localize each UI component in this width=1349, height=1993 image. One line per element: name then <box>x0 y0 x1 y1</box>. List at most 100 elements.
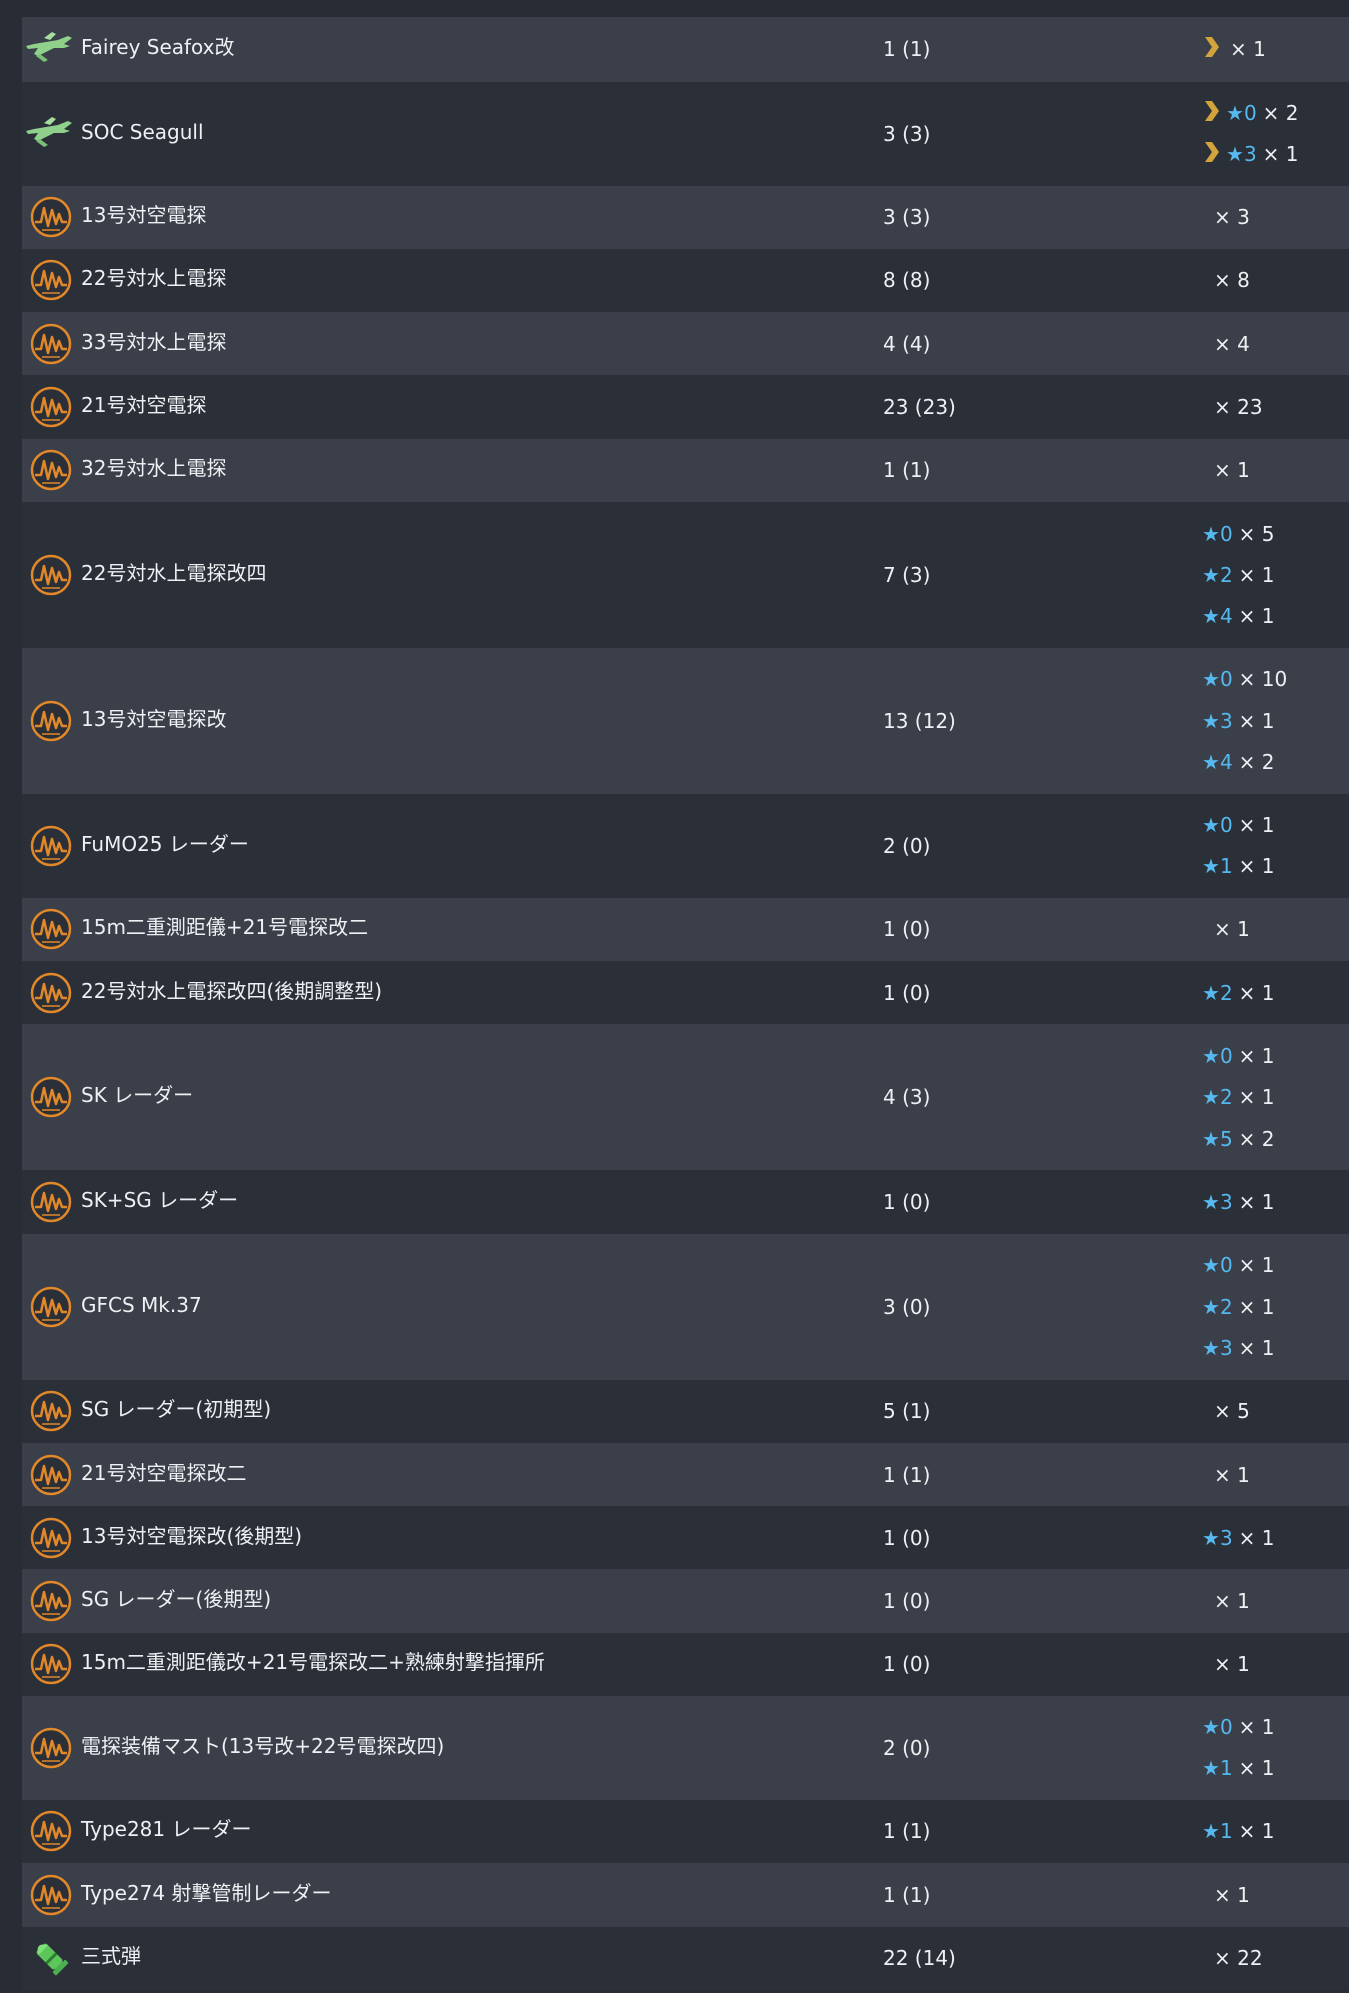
star-icon: ★ <box>1202 1756 1220 1781</box>
star-icon: ★ <box>1202 854 1220 879</box>
equipment-count: 3 (3) <box>883 121 931 146</box>
equipment-name: 13号対空電探 <box>81 203 207 228</box>
quantity-multiplier: × 1 <box>1214 458 1250 483</box>
quantity-multiplier: × 2 <box>1262 101 1299 126</box>
proficiency-line: ★ 2 × 1 <box>1202 563 1275 587</box>
star-icon: ★ <box>1202 521 1220 546</box>
table-row: 21号対空電探改二 1 (1) × 1 <box>22 1443 1349 1507</box>
improvement-level: 2 <box>1219 562 1233 587</box>
quantity-multiplier: × 1 <box>1238 854 1275 879</box>
equipment-name: SG レーダー(初期型) <box>81 1397 272 1422</box>
radar-icon <box>30 449 72 491</box>
quantity-multiplier: × 1 <box>1214 1589 1250 1614</box>
proficiency-cell: ★ 0 × 1 ★ 2 × 1 ★ 3 × 1 <box>1202 1234 1342 1380</box>
star-icon: ★ <box>1202 1253 1220 1278</box>
quantity-multiplier: × 8 <box>1214 268 1250 293</box>
quantity-multiplier: × 1 <box>1214 917 1250 942</box>
equipment-name: 15m二重測距儀+21号電探改二 <box>81 915 369 940</box>
star-icon: ★ <box>1202 667 1220 692</box>
improvement-level: 1 <box>1219 854 1233 879</box>
quantity-multiplier: × 5 <box>1238 521 1275 546</box>
proficiency-line: ★ 0 × 2 <box>1202 100 1299 126</box>
equipment-name: 22号対水上電探改四 <box>81 560 267 585</box>
seaplane-icon <box>24 28 74 70</box>
equipment-count: 3 (3) <box>883 205 931 230</box>
equipment-name: SK レーダー <box>81 1083 194 1108</box>
quantity-multiplier: × 1 <box>1238 1819 1275 1844</box>
proficiency-cell: ★ 2 × 1 <box>1202 961 1342 1025</box>
quantity-multiplier: × 4 <box>1214 331 1250 356</box>
equipment-name: Fairey Seafox改 <box>81 35 235 60</box>
radar-icon <box>30 1286 72 1328</box>
equipment-count: 1 (1) <box>883 1882 931 1907</box>
equipment-name: 33号対水上電探 <box>81 329 227 354</box>
proficiency-cell: ★ 0 × 5 ★ 2 × 1 ★ 4 × 1 <box>1202 502 1342 648</box>
table-row: SG レーダー(初期型) 5 (1) × 5 <box>22 1379 1349 1444</box>
proficiency-cell: × 4 <box>1202 312 1342 375</box>
equipment-name: GFCS Mk.37 <box>81 1292 202 1317</box>
proficiency-cell: ★ 0 × 1 ★ 1 × 1 <box>1202 794 1342 898</box>
equipment-count: 1 (1) <box>883 1819 931 1844</box>
equipment-name: 三式弾 <box>81 1944 141 1969</box>
equipment-count: 1 (0) <box>883 1652 931 1677</box>
proficiency-line: ★ 3 × 1 <box>1202 709 1275 733</box>
proficiency-cell: × 1 <box>1202 439 1342 502</box>
quantity-multiplier: × 3 <box>1214 205 1250 230</box>
chevron-icon <box>1202 36 1226 63</box>
proficiency-cell: × 1 <box>1202 1863 1342 1927</box>
equipment-count: 1 (1) <box>883 37 931 62</box>
proficiency-line: ★ 3 × 1 <box>1202 1336 1275 1360</box>
improvement-level: 2 <box>1219 980 1233 1005</box>
table-row: 15m二重測距儀+21号電探改二 1 (0) × 1 <box>22 897 1349 961</box>
equipment-count: 22 (14) <box>883 1946 956 1971</box>
radar-icon <box>30 1181 72 1223</box>
radar-icon <box>30 825 72 867</box>
star-icon: ★ <box>1202 562 1220 587</box>
radar-icon <box>30 1580 72 1622</box>
proficiency-cell: × 3 <box>1202 186 1342 249</box>
improvement-level: 0 <box>1243 101 1257 126</box>
quantity-multiplier: × 1 <box>1238 1756 1275 1781</box>
improvement-level: 2 <box>1219 1294 1233 1319</box>
proficiency-cell: × 1 <box>1202 1443 1342 1506</box>
equipment-count: 2 (0) <box>883 833 931 858</box>
quantity-multiplier: × 5 <box>1214 1399 1250 1424</box>
radar-icon <box>30 259 72 301</box>
radar-icon <box>30 386 72 428</box>
table-row: 21号対空電探 23 (23) × 23 <box>22 375 1349 439</box>
improvement-level: 0 <box>1219 1253 1233 1278</box>
radar-icon <box>30 1454 72 1496</box>
quantity-multiplier: × 23 <box>1214 394 1263 419</box>
proficiency-cell: × 8 <box>1202 249 1342 312</box>
equipment-count: 13 (12) <box>883 708 956 733</box>
shell-icon <box>30 1937 72 1979</box>
improvement-level: 2 <box>1219 1085 1233 1110</box>
table-row: Fairey Seafox改 1 (1) × 1 <box>22 17 1349 82</box>
quantity-multiplier: × 1 <box>1238 1715 1275 1740</box>
table-row: 三式弾 22 (14) × 22 <box>22 1926 1349 1990</box>
improvement-level: 3 <box>1243 142 1257 167</box>
radar-icon <box>30 1727 72 1769</box>
proficiency-line: ★ 3 × 1 <box>1202 141 1299 167</box>
quantity-multiplier: × 1 <box>1238 708 1275 733</box>
equipment-count: 1 (0) <box>883 917 931 942</box>
proficiency-line: × 1 <box>1202 917 1250 941</box>
improvement-level: 1 <box>1219 1756 1233 1781</box>
proficiency-line: ★ 2 × 1 <box>1202 1295 1275 1319</box>
proficiency-line: ★ 0 × 1 <box>1202 1044 1275 1068</box>
improvement-level: 3 <box>1219 1189 1233 1214</box>
proficiency-line: ★ 1 × 1 <box>1202 854 1275 878</box>
quantity-multiplier: × 1 <box>1214 1462 1250 1487</box>
equipment-name: 21号対空電探改二 <box>81 1460 247 1485</box>
improvement-level: 5 <box>1219 1126 1233 1151</box>
proficiency-line: × 1 <box>1202 458 1250 482</box>
proficiency-line: ★ 0 × 5 <box>1202 522 1275 546</box>
star-icon: ★ <box>1202 1715 1220 1740</box>
quantity-multiplier: × 10 <box>1238 667 1288 692</box>
proficiency-cell: × 5 <box>1202 1380 1342 1444</box>
star-icon: ★ <box>1202 1189 1220 1214</box>
table-row: SK+SG レーダー 1 (0) ★ 3 × 1 <box>22 1170 1349 1234</box>
improvement-level: 0 <box>1219 813 1233 838</box>
equipment-count: 1 (0) <box>883 1525 931 1550</box>
proficiency-line: ★ 0 × 1 <box>1202 1715 1275 1739</box>
